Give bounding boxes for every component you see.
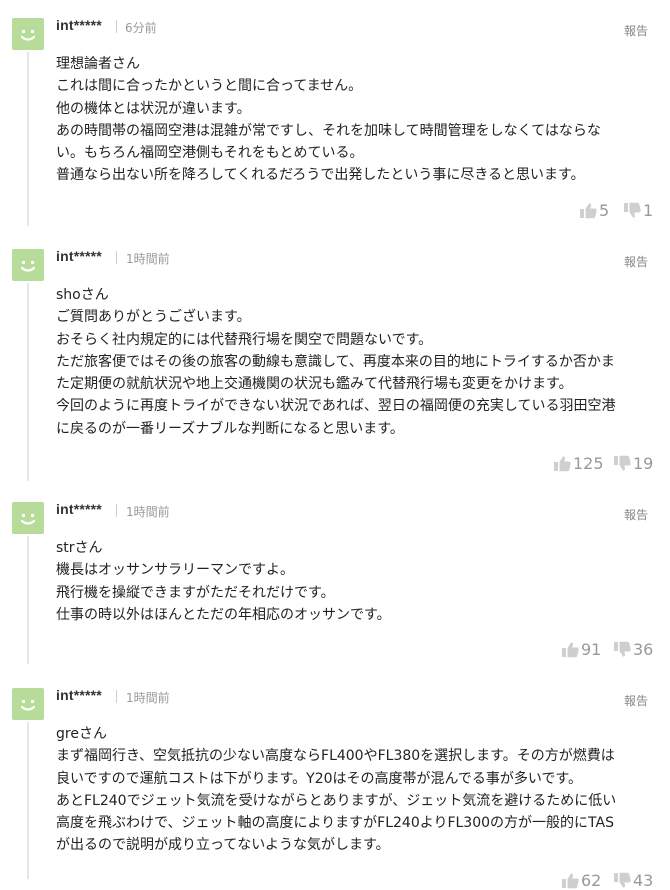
author-time-divider — [116, 690, 117, 703]
author-time-divider — [116, 251, 117, 264]
smiley-face-icon[interactable] — [12, 502, 44, 534]
comment-body: 理想論者さんこれは間に合ったかというと間に合ってません。 他の機体とは状況が違いま… — [56, 53, 656, 187]
comment-line: strさん — [56, 540, 103, 556]
comment-line: ご質問ありがとうございます。 — [56, 309, 251, 326]
comment-line: まず福岡行き、空気抵抗の少ない高度ならFL400やFL380を選択します。その方… — [56, 748, 615, 765]
comment-line: 理想論者さん — [56, 56, 140, 72]
comment-body: shoさんご質問ありがとうございます。おそらく社内規定的には代替飛行場を関空で問… — [56, 284, 656, 440]
comment-line: 他の機体とは状況が違います。 — [56, 100, 251, 117]
comment-line: あとFL240でジェット気流を受けながらとありますが、ジェット気流を避けるために… — [56, 792, 617, 809]
comment-timestamp: 1時間前 — [126, 505, 170, 519]
comment-line: 今回のように再度トライができない状況であれば、翌日の福岡便の充実している羽田空港 — [56, 398, 616, 415]
like-count: 91 — [581, 640, 602, 660]
comment-line: 高度を飛ぶわけで、ジェット軸の高度によりますがFL240よりFL300の方が一般… — [56, 815, 614, 832]
author-time-divider — [116, 20, 117, 33]
comment-author[interactable]: int***** — [56, 501, 102, 517]
comment-line: ただ旅客便ではその後の旅客の動線も意識して、再度本来の目的地にトライするか否かま — [56, 353, 615, 370]
like-count: 125 — [573, 454, 604, 474]
thread-line-2 — [27, 283, 29, 481]
dislike-count: 1 — [643, 200, 654, 220]
comment-line: が出るので説明が成り立ってないような気がします。 — [56, 837, 390, 854]
comment-line: 飛行機を操縦できますがただそれだけです。 — [56, 584, 335, 601]
comment-timestamp: 1時間前 — [126, 691, 170, 705]
dislike-count: 19 — [633, 454, 654, 474]
comment-author[interactable]: int***** — [56, 248, 102, 264]
comment-line: い。もちろん福岡空港側もそれをもとめている。 — [56, 145, 364, 162]
comment-line: 普通なら出ない所を降ろしてくれるだろうで出発したという事に尽きると思います。 — [56, 167, 585, 184]
comment-line: あの時間帯の福岡空港は混雑が常ですし、それを加味して時間管理をしなくてはならな — [56, 122, 601, 139]
comment-body: strさん機長はオッサンサラリーマンですよ。飛行機を操縦できますがただそれだけで… — [56, 537, 656, 626]
dislike-count: 43 — [633, 870, 654, 890]
comment-author[interactable]: int***** — [56, 687, 102, 703]
smiley-face-icon[interactable] — [12, 688, 44, 720]
comment-line: 良いですので運航コストは下がります。Y20はその高度帯が混んでる事が多いです。 — [56, 770, 583, 787]
comment-body: greさんまず福岡行き、空気抵抗の少ない高度ならFL400やFL380を選択しま… — [56, 723, 656, 857]
author-time-divider — [116, 504, 117, 517]
comment-author[interactable]: int***** — [56, 17, 102, 33]
comment-timestamp: 6分前 — [125, 21, 157, 35]
like-count: 5 — [599, 200, 610, 220]
comment-line: に戻るのが一番リーズナブルな判断になると思います。 — [56, 420, 404, 437]
dislike-count: 36 — [633, 640, 654, 660]
report-link[interactable]: 報告 — [624, 253, 648, 270]
comment-line: shoさん — [56, 287, 109, 303]
comment-timestamp: 1時間前 — [126, 252, 170, 266]
smiley-face-icon[interactable] — [12, 18, 44, 50]
report-link[interactable]: 報告 — [624, 506, 648, 523]
comment-line: 機長はオッサンサラリーマンですよ。 — [56, 562, 294, 579]
thread-line-1 — [27, 52, 29, 226]
thread-line-3 — [27, 536, 29, 664]
smiley-face-icon[interactable] — [12, 249, 44, 281]
comment-line: た定期便の就航状況や地上交通機関の状況も鑑みて代替飛行場も変更をかけます。 — [56, 376, 573, 393]
comment-line: greさん — [56, 726, 107, 742]
report-link[interactable]: 報告 — [624, 692, 648, 709]
thread-line-4 — [27, 722, 29, 879]
like-count: 62 — [581, 870, 602, 890]
comment-line: おそらく社内規定的には代替飛行場を関空で問題ないです。 — [56, 331, 433, 348]
comment-line: 仕事の時以外はほんとただの年相応のオッサンです。 — [56, 606, 391, 623]
comment-line: これは間に合ったかというと間に合ってません。 — [56, 78, 363, 95]
report-link[interactable]: 報告 — [624, 22, 648, 39]
